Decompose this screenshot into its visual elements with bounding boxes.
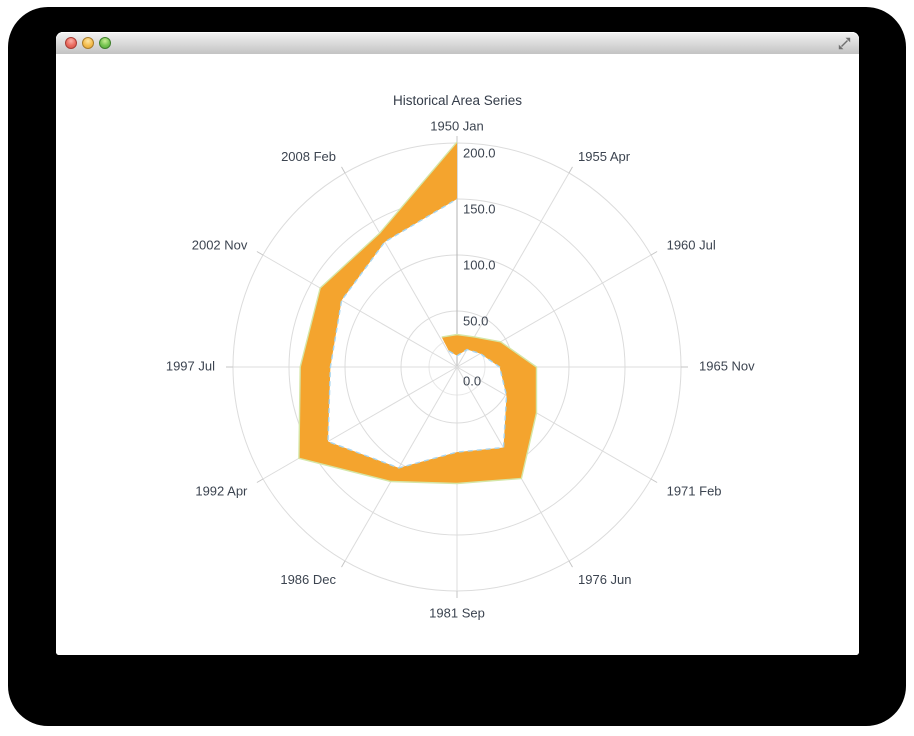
radial-tick-label: 100.0 xyxy=(463,257,496,272)
close-button[interactable] xyxy=(65,37,77,49)
traffic-lights xyxy=(65,37,111,49)
spoke-outer-tick xyxy=(342,561,346,567)
category-label: 1986 Dec xyxy=(280,572,336,587)
spoke-outer-tick xyxy=(569,561,573,567)
spoke-outer-tick xyxy=(257,252,263,256)
category-label: 2002 Nov xyxy=(192,237,248,252)
category-label: 2008 Feb xyxy=(281,149,336,164)
minimize-button[interactable] xyxy=(82,37,94,49)
category-label: 1976 Jun xyxy=(578,572,632,587)
spoke-outer-tick xyxy=(257,479,263,483)
area-band xyxy=(299,142,537,484)
radial-tick-label: 150.0 xyxy=(463,201,496,216)
radial-tick-label: 0.0 xyxy=(463,373,481,388)
category-label: 1997 Jul xyxy=(166,358,215,373)
category-label: 1981 Sep xyxy=(429,605,485,620)
category-label: 1960 Jul xyxy=(667,237,716,252)
radial-tick-label: 200.0 xyxy=(463,145,496,160)
zoom-button[interactable] xyxy=(99,37,111,49)
category-label: 1965 Nov xyxy=(699,358,755,373)
category-label: 1955 Apr xyxy=(578,149,631,164)
app-window: Historical Area Series 1950 Jan1955 Apr1… xyxy=(56,32,859,655)
spoke-outer-tick xyxy=(651,479,657,483)
spoke-outer-tick xyxy=(569,167,573,173)
band-low-edge-line xyxy=(328,199,507,468)
fullscreen-resize-icon[interactable] xyxy=(837,36,852,51)
radial-tick-label: 50.0 xyxy=(463,313,488,328)
category-label: 1950 Jan xyxy=(430,118,484,133)
polar-chart-svg: 1950 Jan 1955 Apr 1960 Jul 1965 Nov 1971 Feb… xyxy=(56,54,859,655)
spoke-outer-tick xyxy=(651,252,657,256)
page-background: { "window": { "buttons": [ {"name": "clo… xyxy=(0,0,914,736)
titlebar[interactable] xyxy=(56,32,859,55)
window-content: Historical Area Series 1950 Jan1955 Apr1… xyxy=(56,54,859,655)
category-label: 1992 Apr xyxy=(195,483,248,498)
spoke-outer-tick xyxy=(342,167,346,173)
category-label: 1971 Feb xyxy=(667,483,722,498)
